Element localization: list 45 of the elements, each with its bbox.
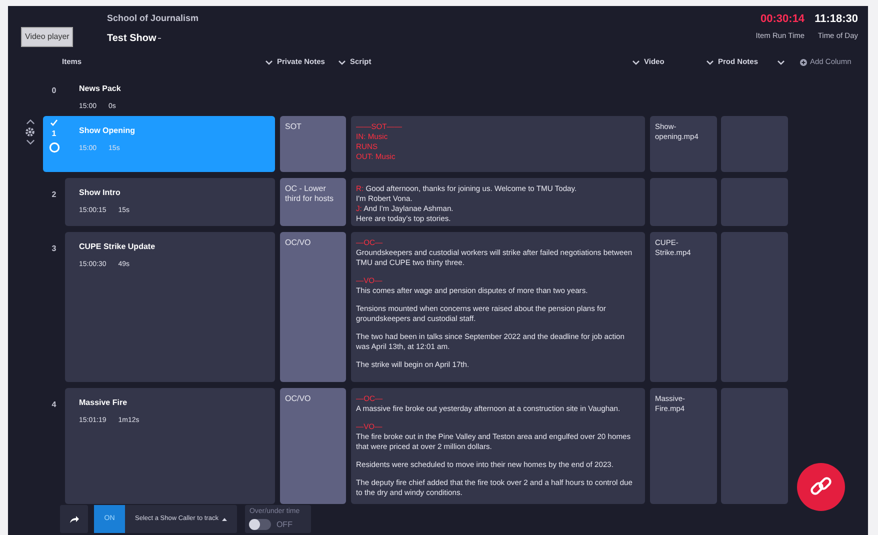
check-icon	[50, 119, 58, 126]
private-notes-cell[interactable]: OC - Lower third for hosts	[280, 178, 346, 226]
circle-icon	[48, 142, 60, 153]
private-note: OC/VO	[285, 238, 312, 248]
item-title: News Pack	[79, 83, 122, 95]
prod-notes-cell[interactable]	[721, 116, 788, 172]
forward-arrow-icon	[69, 514, 79, 524]
prod-notes-cell[interactable]	[721, 388, 788, 504]
video-cell[interactable]	[650, 178, 717, 226]
item-run-time: 00:30:14	[760, 12, 805, 27]
dash-icon	[158, 38, 162, 40]
chevron-down-icon	[26, 139, 35, 145]
private-note: SOT	[285, 122, 302, 132]
show-title[interactable]: Test Show	[107, 30, 156, 46]
time-of-day: 11:18:30	[814, 11, 858, 28]
prod-notes-cell[interactable]	[721, 232, 788, 382]
toggle-switch[interactable]	[249, 519, 272, 530]
link-icon	[809, 476, 833, 498]
item-number: 3	[52, 243, 56, 255]
script-cell[interactable]	[351, 388, 645, 504]
item-number: 4	[52, 399, 56, 411]
item-title: CUPE Strike Update	[79, 241, 156, 253]
private-notes-cell[interactable]: SOT	[280, 116, 346, 172]
private-note: OC - Lower third for hosts	[285, 184, 334, 204]
item-number: 2	[52, 189, 56, 201]
link-button[interactable]	[797, 463, 845, 511]
script-cell[interactable]	[351, 232, 645, 382]
tooltip: Video player	[21, 27, 74, 47]
private-notes-cell[interactable]: OC/VO	[280, 232, 346, 382]
item-title: Massive Fire	[79, 397, 128, 409]
plus-icon	[800, 58, 807, 66]
caret-up-icon	[222, 518, 228, 520]
share-button[interactable]	[60, 505, 88, 533]
caret-icon	[777, 60, 785, 64]
item-title: Show Intro	[79, 187, 122, 199]
toggle-state: OFF	[276, 518, 292, 530]
item-title: Show Opening	[79, 125, 136, 137]
private-notes-cell[interactable]: OC/VO	[280, 388, 346, 504]
chevron-up-icon	[26, 119, 35, 125]
item-number: 1	[52, 128, 56, 140]
item-number: 0	[52, 85, 56, 97]
organization-name: School of Journalism	[107, 12, 199, 25]
prod-notes-cell[interactable]	[721, 178, 788, 226]
gear-icon	[25, 127, 35, 137]
private-note: OC/VO	[285, 394, 312, 404]
